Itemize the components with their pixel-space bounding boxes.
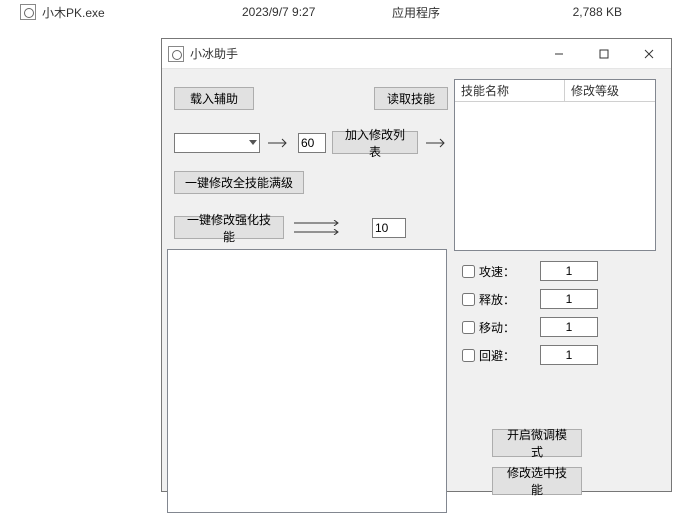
skill-table-col-level[interactable]: 修改等级 [565,80,655,102]
stat-row-cast: 释放： [462,289,657,309]
attack-speed-checkbox[interactable] [462,265,475,278]
dodge-input[interactable] [540,345,598,365]
cast-label: 释放： [479,291,515,308]
move-input[interactable] [540,317,598,337]
file-name: 小木PK.exe [42,4,242,21]
stat-row-attack-speed: 攻速： [462,261,657,281]
exe-icon [20,4,36,20]
cast-checkbox-label[interactable]: 释放： [462,291,532,308]
file-type: 应用程序 [392,4,522,21]
modify-selected-button[interactable]: 修改选中技能 [492,467,582,495]
window-title: 小冰助手 [190,45,536,62]
dodge-checkbox-label[interactable]: 回避： [462,347,532,364]
level-input[interactable] [298,133,326,153]
skill-combo[interactable] [174,133,260,153]
move-checkbox-label[interactable]: 移动： [462,319,532,336]
stat-row-move: 移动： [462,317,657,337]
arrow-right-icon [424,138,450,148]
file-date: 2023/9/7 9:27 [242,5,392,19]
add-to-list-button[interactable]: 加入修改列表 [332,131,418,154]
close-button[interactable] [626,39,671,68]
file-size: 2,788 KB [522,5,622,19]
titlebar[interactable]: 小冰助手 [162,39,671,69]
app-window: 小冰助手 载入辅助 读取技能 加入修改列表 [161,38,672,492]
minimize-button[interactable] [536,39,581,68]
chevron-down-icon [249,140,257,145]
file-row[interactable]: 小木PK.exe 2023/9/7 9:27 应用程序 2,788 KB [0,0,687,24]
onekey-max-button[interactable]: 一键修改全技能满级 [174,171,304,194]
attack-speed-input[interactable] [540,261,598,281]
arrow-right-icon [266,138,292,148]
enable-tweak-button[interactable]: 开启微调模式 [492,429,582,457]
log-textbox[interactable] [167,249,447,513]
cast-input[interactable] [540,289,598,309]
dodge-checkbox[interactable] [462,349,475,362]
maximize-button[interactable] [581,39,626,68]
skill-table-col-name[interactable]: 技能名称 [455,80,565,102]
skill-table[interactable]: 技能名称 修改等级 [454,79,656,251]
app-icon [168,46,184,62]
double-arrow-icon [294,220,342,235]
move-checkbox[interactable] [462,321,475,334]
stat-row-dodge: 回避： [462,345,657,365]
move-label: 移动： [479,319,515,336]
attack-speed-checkbox-label[interactable]: 攻速： [462,263,532,280]
read-skills-button[interactable]: 读取技能 [374,87,448,110]
dodge-label: 回避： [479,347,515,364]
onekey-enhance-button[interactable]: 一键修改强化技能 [174,216,284,239]
attack-speed-label: 攻速： [479,263,515,280]
enhance-input[interactable] [372,218,406,238]
cast-checkbox[interactable] [462,293,475,306]
load-button[interactable]: 载入辅助 [174,87,254,110]
